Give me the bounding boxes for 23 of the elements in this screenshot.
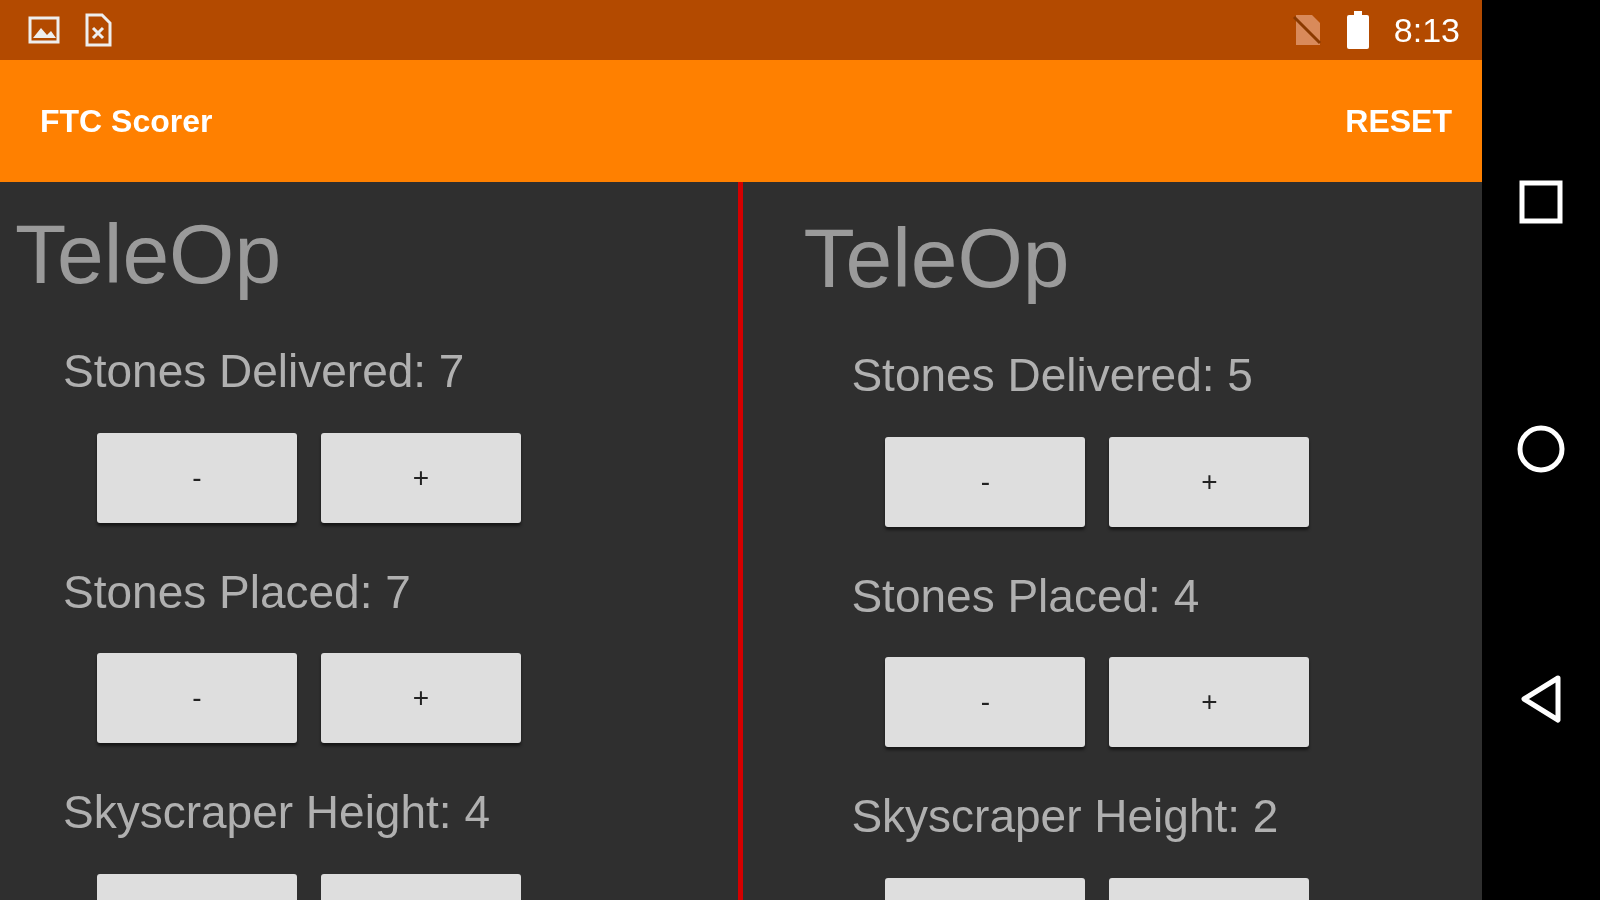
counter-label: Stones Delivered: 7 <box>63 346 465 397</box>
counter-label: Skyscraper Height: 4 <box>63 787 490 838</box>
counter-label: Stones Placed: 4 <box>851 570 1200 622</box>
no-sim-icon <box>1291 13 1322 47</box>
counter-button[interactable]: + <box>321 653 521 744</box>
counter-button[interactable]: + <box>321 432 521 523</box>
app-title: FTC Scorer <box>40 102 213 140</box>
counter-button[interactable]: - <box>885 657 1086 748</box>
counter-button[interactable]: - <box>97 653 297 744</box>
counter-label: Stones Delivered: 5 <box>851 350 1253 401</box>
recents-icon[interactable] <box>1519 180 1563 224</box>
counter-button[interactable]: + <box>1109 436 1310 527</box>
counter-button[interactable]: - <box>97 432 297 523</box>
image-icon <box>28 16 60 44</box>
back-icon[interactable] <box>1518 674 1564 724</box>
counter-button[interactable]: - <box>885 436 1086 527</box>
counter-button[interactable]: + <box>1109 657 1310 748</box>
home-icon[interactable] <box>1516 424 1566 474</box>
file-x-icon <box>84 13 112 47</box>
clock-time: 8:13 <box>1393 10 1460 50</box>
counter-label: Stones Placed: 7 <box>63 566 411 618</box>
battery-icon <box>1345 11 1370 49</box>
counter-label: Skyscraper Height: 2 <box>851 791 1279 842</box>
